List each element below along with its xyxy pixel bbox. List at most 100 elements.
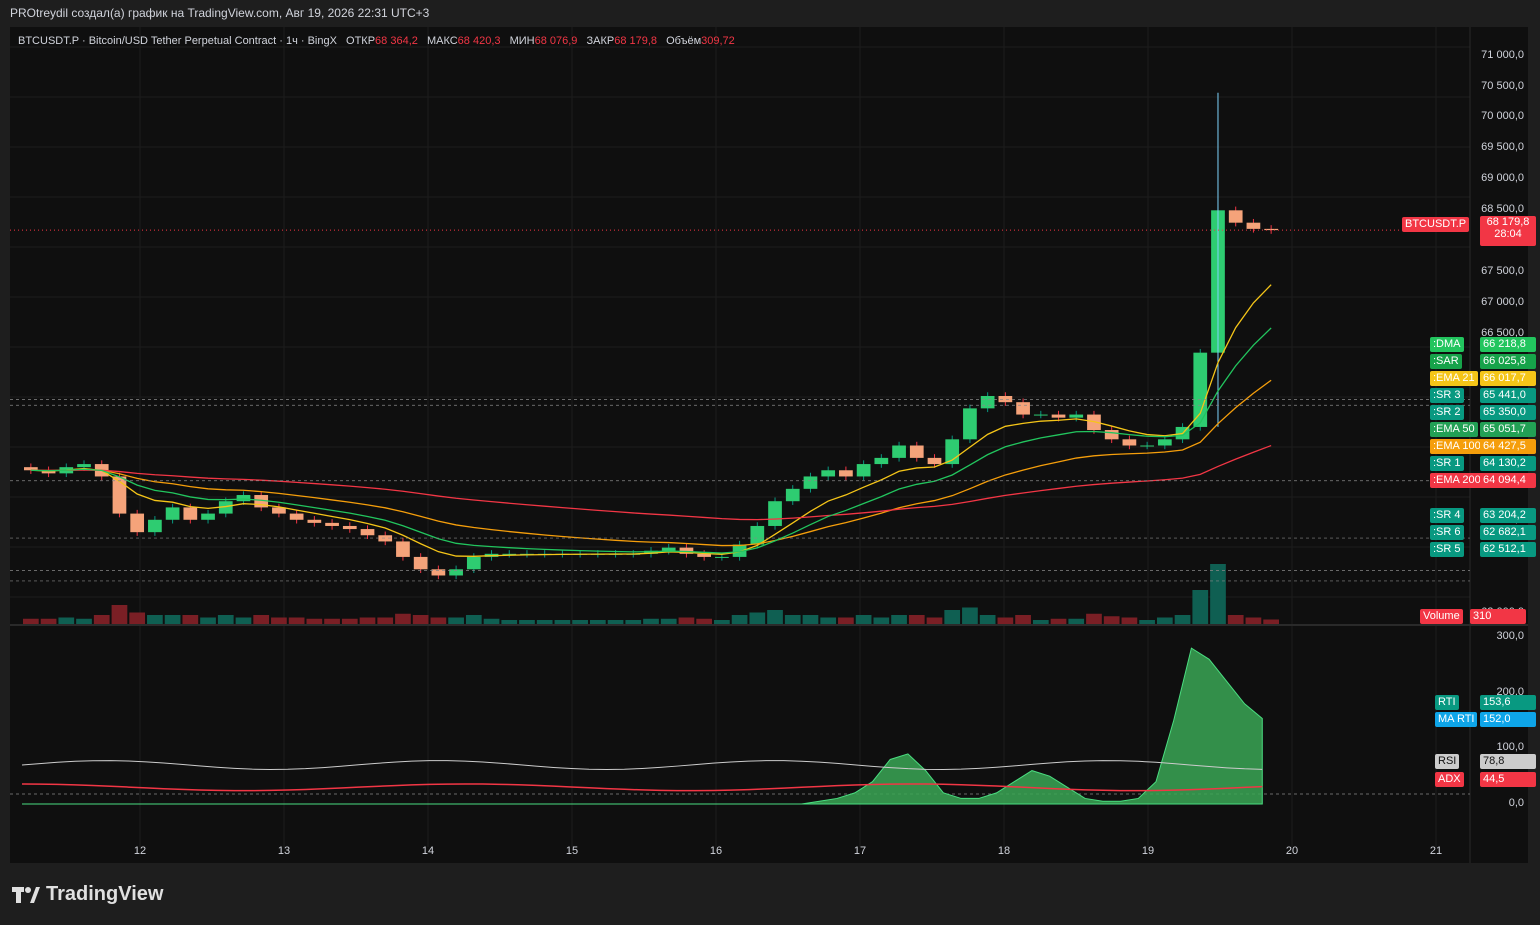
osc-axis-label: 100,0 — [1496, 741, 1524, 754]
volume-bar — [324, 618, 340, 624]
volume-bar — [465, 615, 482, 624]
current-price-box: 68 179,8 28:04 — [1480, 216, 1536, 246]
volume-bar — [306, 618, 323, 624]
open-value: 68 364,2 — [375, 35, 418, 47]
price-axis-label: 67 500,0 — [1481, 265, 1524, 278]
volume-bar — [1156, 617, 1173, 624]
price-axis-label: 71 000,0 — [1481, 48, 1524, 61]
price-axis-label: 68 500,0 — [1481, 203, 1524, 216]
chart-area[interactable]: BTCUSDT.P · Bitcoin/USD Tether Perpetual… — [10, 27, 1536, 863]
candle-body — [307, 519, 322, 523]
volume-bar — [483, 618, 500, 624]
volume-tag-label: Volume — [1420, 609, 1463, 624]
volume-bar — [1227, 615, 1244, 624]
volume-bar — [855, 615, 872, 624]
candle-body — [998, 395, 1013, 403]
osc-tag-name: RTI — [1435, 695, 1459, 710]
indicator-tag-value: 65 441,0 — [1480, 388, 1536, 403]
candle-body — [148, 519, 162, 533]
close-label: ЗАКР — [586, 35, 615, 47]
osc-tag-name: ADX — [1435, 772, 1464, 787]
author-line: PROtreydil создал(а) график на TradingVi… — [10, 6, 430, 20]
candle-body — [1157, 439, 1172, 446]
volume-bar — [678, 617, 695, 624]
indicator-tag-value: 66 218,8 — [1480, 337, 1536, 352]
candle-body — [1016, 402, 1030, 415]
osc-tag-value: 44,5 — [1480, 772, 1536, 787]
volume-bar — [129, 612, 146, 624]
volume-bar — [1192, 590, 1209, 624]
time-axis-label: 21 — [1429, 845, 1443, 857]
volume-bar — [891, 615, 907, 624]
candle-body — [909, 445, 924, 458]
volume-bar — [838, 617, 854, 624]
volume-bar — [731, 615, 748, 624]
current-price-symbol-tag: BTCUSDT.P — [1402, 217, 1470, 232]
volume-bar — [377, 617, 394, 624]
candle-body — [1193, 352, 1208, 427]
candle-body — [1246, 222, 1261, 229]
tradingview-logo-icon — [12, 885, 40, 905]
volume-bar — [1032, 620, 1049, 624]
volume-bar — [908, 615, 925, 624]
ema-21-line — [30, 284, 1272, 557]
volume-bar — [820, 617, 837, 624]
low-value: 68 076,9 — [534, 35, 578, 47]
candle-body — [963, 408, 977, 440]
symbol-legend: BTCUSDT.P · Bitcoin/USD Tether Perpetual… — [18, 35, 735, 47]
volume-bar — [802, 615, 819, 624]
candle-body — [856, 464, 871, 477]
volume-bar — [271, 617, 287, 624]
dma-line — [30, 327, 1272, 554]
indicator-tag-value: 66 025,8 — [1480, 354, 1536, 369]
candle-body — [980, 395, 995, 409]
volume-bar — [696, 618, 713, 624]
indicator-tag-name: :SAR — [1430, 354, 1462, 369]
volume-bar — [660, 618, 677, 624]
volume-bar — [1174, 615, 1191, 624]
price-axis-label: 69 500,0 — [1481, 141, 1524, 154]
time-axis-label: 16 — [709, 845, 723, 857]
indicator-tag-name: :SR 1 — [1430, 456, 1464, 471]
candle-body — [785, 488, 800, 502]
indicator-tag-name: :SR 4 — [1430, 508, 1464, 523]
volume-bar — [997, 617, 1014, 624]
symbol-name[interactable]: BTCUSDT.P · Bitcoin/USD Tether Perpetual… — [18, 35, 337, 47]
volume-bar — [182, 615, 199, 624]
current-price-value: 68 179,8 — [1486, 216, 1530, 228]
volume-bar — [76, 618, 92, 624]
volume-bar — [1050, 618, 1067, 624]
indicator-tag-value: 62 682,1 — [1480, 525, 1536, 540]
candle-body — [1069, 414, 1084, 418]
price-chart[interactable] — [10, 27, 1528, 863]
volume-bar — [359, 617, 376, 624]
rti-area — [22, 647, 1263, 805]
rsi-line — [21, 760, 1263, 770]
indicator-tag-value: 66 017,7 — [1480, 371, 1536, 386]
volume-bar — [643, 618, 659, 624]
volume-bar — [235, 617, 252, 624]
indicator-tag-name: :SR 6 — [1430, 525, 1464, 540]
tradingview-brand: TradingView — [12, 883, 163, 906]
time-axis-label: 15 — [565, 845, 579, 857]
osc-tag-value: 78,8 — [1480, 754, 1536, 769]
volume-bar — [607, 620, 624, 624]
volume-bar — [164, 615, 181, 624]
indicator-tag-value: 65 350,0 — [1480, 405, 1536, 420]
volume-bar — [926, 617, 943, 624]
osc-tag-name: RSI — [1435, 754, 1460, 769]
volume-bar — [1103, 616, 1120, 624]
indicator-tag-value: 62 512,1 — [1480, 542, 1536, 557]
candle-body — [165, 507, 180, 520]
candle-body — [768, 501, 782, 526]
adx-line — [21, 783, 1263, 792]
volume-bar — [767, 610, 783, 624]
candle-body — [1140, 445, 1154, 447]
time-axis-label: 17 — [853, 845, 867, 857]
candle-body — [183, 507, 198, 520]
osc-axis-label: 0,0 — [1508, 797, 1524, 809]
volume-bar — [40, 618, 57, 624]
volume-bar — [395, 613, 411, 624]
volume-bar — [217, 615, 234, 624]
volume-bar — [288, 617, 305, 624]
